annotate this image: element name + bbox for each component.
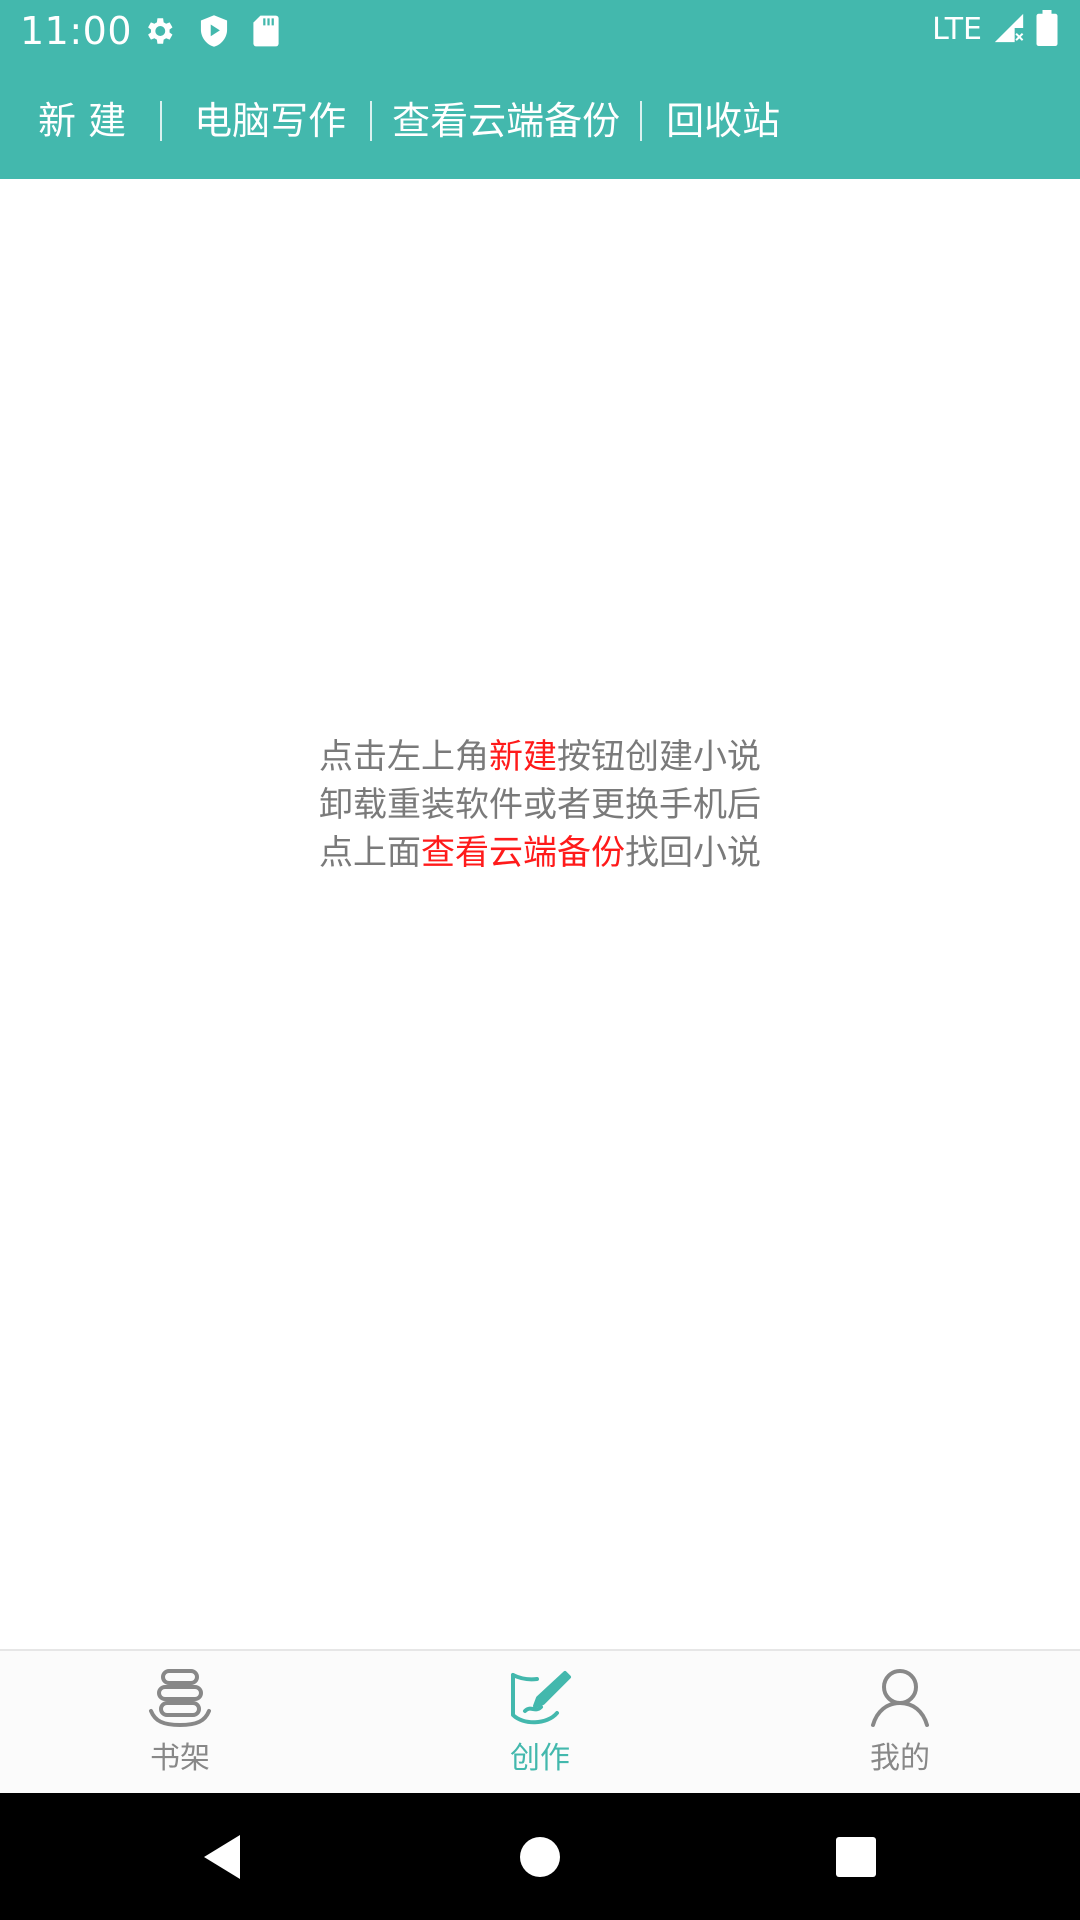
nav-item-bookshelf[interactable]: 书架 [0,1651,360,1795]
hint-text: 找回小说 [625,833,761,873]
status-right: LTE [932,10,1058,50]
recycle-bin-button[interactable]: 回收站 [642,96,804,146]
nav-label-bookshelf: 书架 [150,1741,210,1776]
nav-label-create: 创作 [510,1741,570,1776]
hint-line-3: 点上面查看云端备份找回小说 [0,829,1080,877]
hint-text: 点击左上角 [319,737,489,777]
sd-card-icon [252,14,280,48]
status-time: 11:00 [20,9,133,53]
hint-line-2: 卸载重装软件或者更换手机后 [319,785,761,825]
user-icon [867,1667,933,1733]
hint-highlight-cloud: 查看云端备份 [421,833,625,873]
new-button[interactable]: 新 建 [0,96,160,146]
network-type: LTE [932,12,982,47]
home-icon[interactable] [510,1827,570,1887]
hint-text: 点上面 [319,833,421,873]
main-content: 点击左上角新建按钮创建小说 卸载重装软件或者更换手机后 点上面查看云端备份找回小… [0,179,1080,1649]
nav-item-create[interactable]: 创作 [360,1651,720,1795]
gear-icon [142,14,176,48]
bottom-nav: 书架 创作 我的 [0,1649,1080,1795]
system-nav-bar [0,1793,1080,1920]
battery-icon [1036,10,1058,50]
recents-icon[interactable] [826,1827,886,1887]
status-icons-left [142,14,280,48]
top-toolbar: 新 建 电脑写作 查看云端备份 回收站 [0,63,1080,179]
back-icon[interactable] [196,1827,256,1887]
pen-write-icon [507,1667,573,1733]
nav-item-mine[interactable]: 我的 [720,1651,1080,1795]
hint-text: 按钮创建小说 [557,737,761,777]
bookshelf-icon [147,1667,213,1733]
cloud-backup-button[interactable]: 查看云端备份 [372,96,640,146]
empty-hint: 点击左上角新建按钮创建小说 卸载重装软件或者更换手机后 点上面查看云端备份找回小… [0,733,1080,877]
pc-write-button[interactable]: 电脑写作 [162,96,370,146]
hint-highlight-new: 新建 [489,737,557,777]
hint-line-1: 点击左上角新建按钮创建小说 [0,733,1080,781]
status-bar: 11:00 LTE [0,0,1080,63]
signal-icon [992,11,1026,49]
shield-play-icon [198,14,230,48]
nav-label-mine: 我的 [870,1741,930,1776]
